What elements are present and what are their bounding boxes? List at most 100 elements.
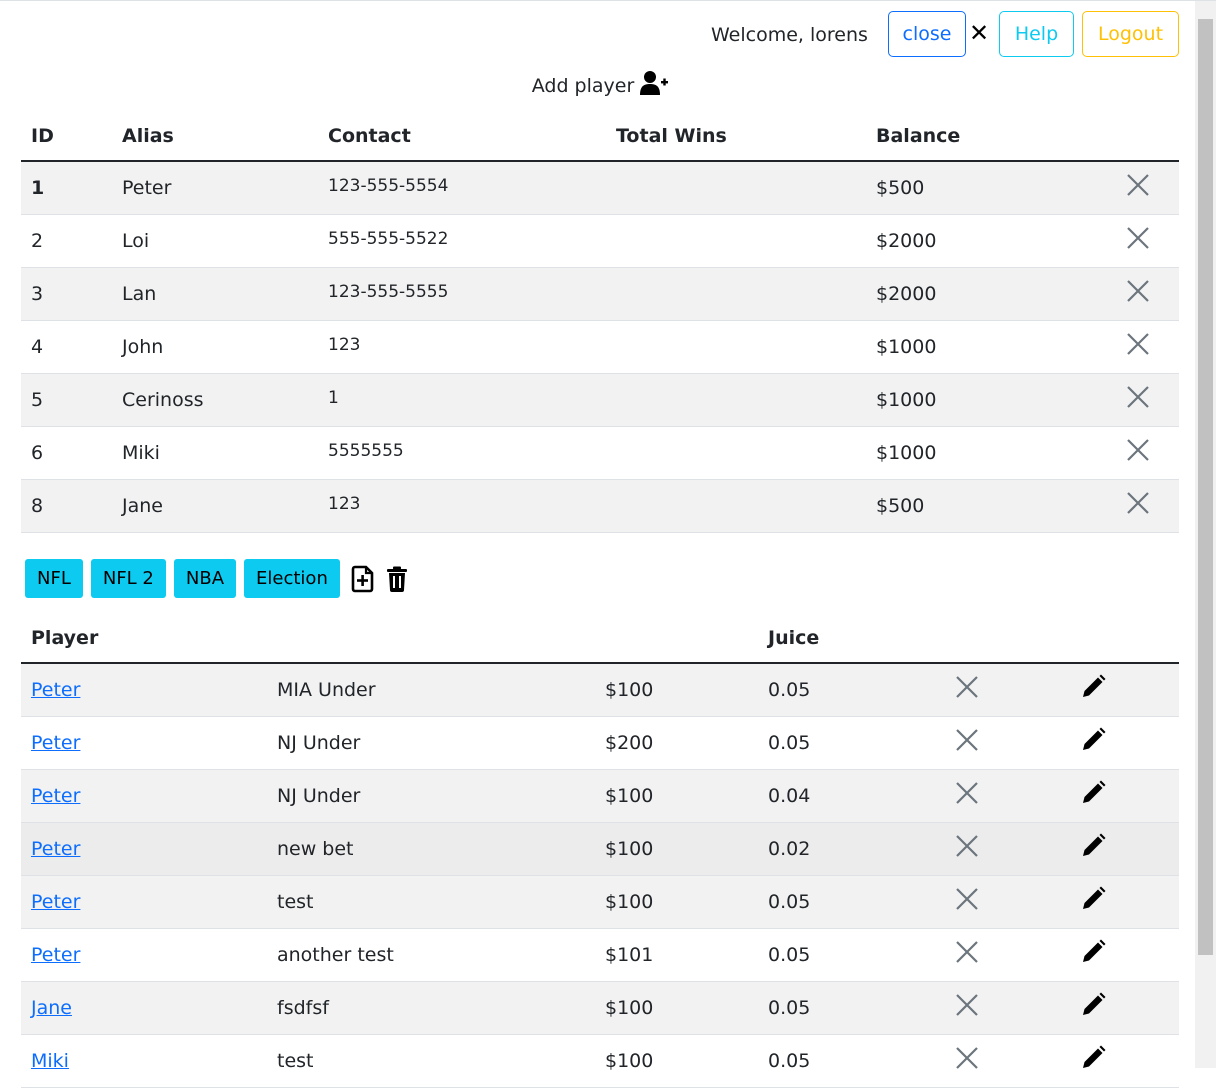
player-link[interactable]: Peter: [31, 944, 80, 966]
delete-cell: [921, 875, 1048, 928]
player-cell: Peter: [21, 875, 267, 928]
delete-bet-icon[interactable]: [955, 1046, 979, 1070]
delete-player-icon[interactable]: [1126, 491, 1150, 515]
delete-player-icon[interactable]: [1126, 173, 1150, 197]
scrollbar-track[interactable]: [1195, 1, 1216, 1068]
delete-cell: [921, 822, 1048, 875]
bet-cell: another test: [267, 928, 595, 981]
players-header-row: ID Alias Contact Total Wins Balance: [21, 112, 1179, 161]
amount-cell: $100: [595, 663, 758, 716]
edit-pencil-icon[interactable]: [1080, 833, 1106, 859]
delete-bet-icon[interactable]: [955, 834, 979, 858]
help-button[interactable]: Help: [999, 11, 1074, 57]
juice-cell: 0.04: [758, 769, 921, 822]
balance-cell-text: $1000: [876, 388, 937, 411]
edit-pencil-icon[interactable]: [1080, 992, 1106, 1018]
column-header-id: ID: [31, 125, 54, 147]
contact-cell-text: 123: [328, 334, 361, 355]
edit-pencil-icon[interactable]: [1080, 886, 1106, 912]
table-row: Peter NJ Under $200 0.05: [21, 716, 1179, 769]
alias-cell-text: John: [122, 335, 164, 358]
column-header-contact: Contact: [328, 125, 411, 147]
player-link[interactable]: Miki: [31, 1050, 69, 1072]
contact-cell: 123-555-5555: [318, 267, 606, 320]
delete-player-icon[interactable]: [1126, 332, 1150, 356]
table-row: Peter test $100 0.05: [21, 875, 1179, 928]
edit-pencil-icon[interactable]: [1080, 939, 1106, 965]
amount-cell: $200: [595, 716, 758, 769]
bets-header-row: Player Juice: [21, 614, 1179, 663]
tab-election[interactable]: Election: [244, 559, 340, 598]
tab-nfl[interactable]: NFL: [25, 559, 83, 598]
bet-cell-text: test: [277, 1049, 314, 1072]
column-header-delete: [921, 614, 1048, 663]
delete-bet-icon[interactable]: [955, 675, 979, 699]
tab-nba[interactable]: NBA: [173, 559, 237, 598]
user-plus-icon[interactable]: [640, 70, 669, 101]
add-player-button[interactable]: Add player: [0, 70, 1200, 101]
player-cell: Peter: [21, 663, 267, 716]
column-header-edit: [1048, 614, 1179, 663]
player-link[interactable]: Peter: [31, 785, 80, 807]
delete-player-icon[interactable]: [1126, 226, 1150, 250]
delete-bet-icon[interactable]: [955, 781, 979, 805]
id-cell-text: 6: [31, 441, 44, 464]
player-cell: Peter: [21, 822, 267, 875]
delete-bet-icon[interactable]: [955, 728, 979, 752]
edit-pencil-icon[interactable]: [1080, 780, 1106, 806]
delete-cell: [921, 716, 1048, 769]
player-link[interactable]: Peter: [31, 679, 80, 701]
table-row: Jane fsdfsf $100 0.05: [21, 981, 1179, 1034]
player-cell: Peter: [21, 928, 267, 981]
id-cell: 8: [21, 479, 112, 532]
player-link[interactable]: Jane: [31, 997, 72, 1019]
balance-cell: $500: [866, 479, 1066, 532]
scrollbar-thumb[interactable]: [1198, 19, 1213, 955]
edit-pencil-icon[interactable]: [1080, 727, 1106, 753]
player-link[interactable]: Peter: [31, 891, 80, 913]
delete-cell: [1066, 214, 1179, 267]
delete-cell: [1066, 479, 1179, 532]
id-cell: 4: [21, 320, 112, 373]
player-link[interactable]: Peter: [31, 838, 80, 860]
trash-icon[interactable]: [386, 566, 408, 592]
alias-cell-text: Loi: [122, 229, 150, 252]
delete-player-icon[interactable]: [1126, 385, 1150, 409]
bet-cell: fsdfsf: [267, 981, 595, 1034]
contact-cell-text: 555-555-5522: [328, 228, 449, 249]
column-header-juice: Juice: [768, 627, 820, 649]
tab-nfl-2[interactable]: NFL 2: [90, 559, 166, 598]
logout-button[interactable]: Logout: [1082, 11, 1179, 57]
table-row: 3 Lan 123-555-5555 $2000: [21, 267, 1179, 320]
delete-player-icon[interactable]: [1126, 279, 1150, 303]
close-button[interactable]: close: [888, 11, 966, 57]
contact-cell-text: 123-555-5554: [328, 175, 449, 196]
bet-cell: MIA Under: [267, 663, 595, 716]
delete-cell: [1066, 373, 1179, 426]
delete-bet-icon[interactable]: [955, 993, 979, 1017]
player-cell: Miki: [21, 1034, 267, 1087]
table-row: 4 John 123 $1000: [21, 320, 1179, 373]
alias-cell-text: Miki: [122, 441, 160, 464]
file-plus-icon[interactable]: [350, 565, 376, 593]
balance-cell: $1000: [866, 320, 1066, 373]
balance-cell-text: $500: [876, 176, 925, 199]
juice-cell-text: 0.05: [768, 1049, 811, 1072]
bet-cell: new bet: [267, 822, 595, 875]
player-link[interactable]: Peter: [31, 732, 80, 754]
edit-pencil-icon[interactable]: [1080, 674, 1106, 700]
total-wins-cell: [606, 373, 866, 426]
close-icon[interactable]: ✕: [969, 21, 989, 45]
delete-bet-icon[interactable]: [955, 887, 979, 911]
total-wins-cell: [606, 426, 866, 479]
juice-cell: 0.05: [758, 663, 921, 716]
bet-cell: NJ Under: [267, 716, 595, 769]
edit-pencil-icon[interactable]: [1080, 1045, 1106, 1071]
total-wins-cell: [606, 161, 866, 214]
player-cell: Peter: [21, 769, 267, 822]
amount-cell-text: $100: [605, 678, 654, 701]
juice-cell: 0.05: [758, 928, 921, 981]
delete-bet-icon[interactable]: [955, 940, 979, 964]
juice-cell-text: 0.05: [768, 678, 811, 701]
delete-player-icon[interactable]: [1126, 438, 1150, 462]
